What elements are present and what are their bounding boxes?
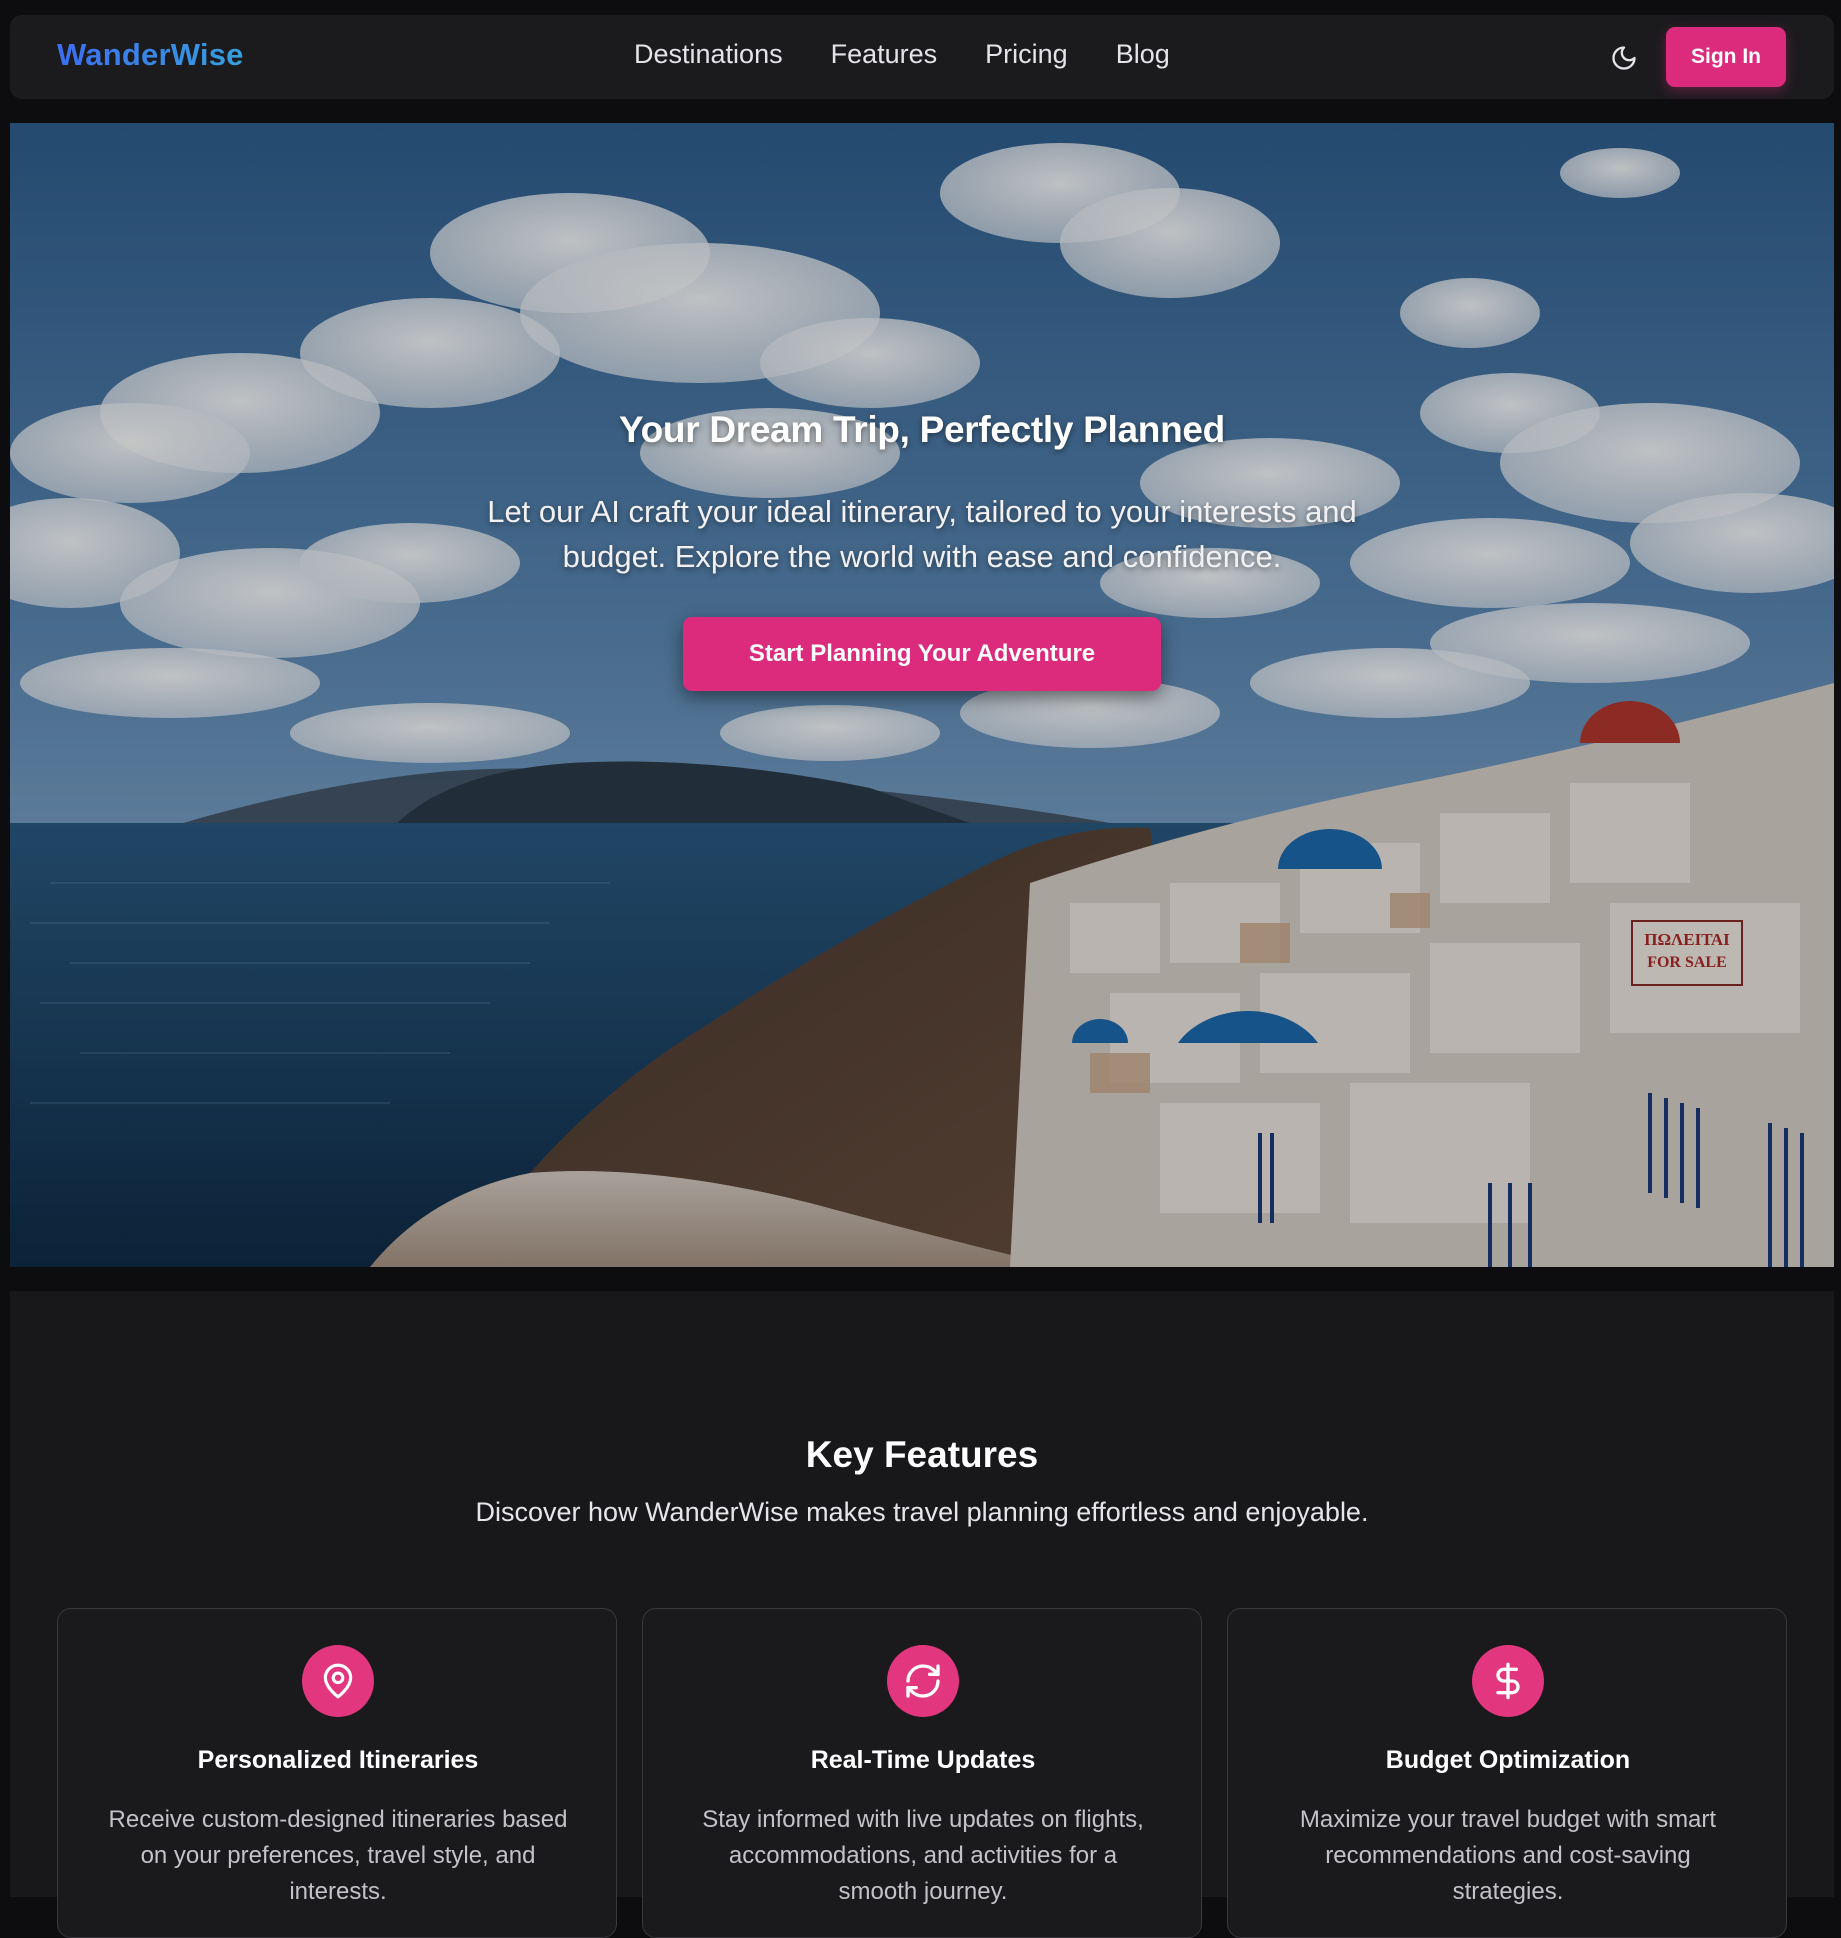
- nav-link-destinations[interactable]: Destinations: [634, 39, 783, 70]
- nav-link-features[interactable]: Features: [831, 39, 938, 70]
- feature-card-description: Receive custom-designed itineraries base…: [108, 1806, 568, 1905]
- nav-link-pricing[interactable]: Pricing: [985, 39, 1068, 70]
- hero-section: ΠΩΛΕΙΤΑΙ FOR SALE Your Dream Trip, Perfe…: [10, 123, 1834, 1267]
- moon-icon: [1612, 46, 1636, 70]
- hero-content: Your Dream Trip, Perfectly Planned Let o…: [10, 409, 1834, 691]
- hero-title: Your Dream Trip, Perfectly Planned: [619, 409, 1225, 450]
- feature-icon-badge: [302, 1645, 374, 1717]
- theme-toggle-button[interactable]: [1606, 40, 1642, 76]
- features-section: Key Features Discover how WanderWise mak…: [10, 1291, 1834, 1938]
- feature-card-title: Real-Time Updates: [810, 1746, 1036, 1774]
- feature-card-title: Budget Optimization: [1385, 1746, 1631, 1774]
- navbar: WanderWise Destinations Features Pricing…: [10, 15, 1834, 99]
- feature-card-realtime: Real-Time Updates Stay informed with liv…: [642, 1608, 1202, 1938]
- feature-card-budget: Budget Optimization Maximize your travel…: [1227, 1608, 1787, 1938]
- refresh-icon: [906, 1664, 940, 1698]
- nav-link-blog[interactable]: Blog: [1116, 39, 1170, 70]
- map-pin-icon: [323, 1663, 353, 1699]
- feature-icon-badge: [1472, 1645, 1544, 1717]
- features-subtitle: Discover how WanderWise makes travel pla…: [475, 1497, 1369, 1527]
- hero-subtitle: Let our AI craft your ideal itinerary, t…: [487, 494, 1357, 574]
- feature-card-title: Personalized Itineraries: [197, 1746, 479, 1774]
- features-title: Key Features: [805, 1434, 1039, 1475]
- brand-logo[interactable]: WanderWise: [57, 37, 244, 73]
- dollar-icon: [1496, 1662, 1520, 1700]
- hero-overlay: [10, 123, 1834, 1267]
- sign-in-button[interactable]: Sign In: [1666, 27, 1786, 87]
- feature-card-personalized: Personalized Itineraries Receive custom-…: [57, 1608, 617, 1938]
- feature-card-description: Maximize your travel budget with smart r…: [1299, 1806, 1717, 1905]
- nav-links: Destinations Features Pricing Blog: [634, 39, 1170, 70]
- feature-card-description: Stay informed with live updates on fligh…: [702, 1806, 1144, 1905]
- feature-icon-badge: [887, 1645, 959, 1717]
- start-planning-button[interactable]: Start Planning Your Adventure: [683, 617, 1161, 691]
